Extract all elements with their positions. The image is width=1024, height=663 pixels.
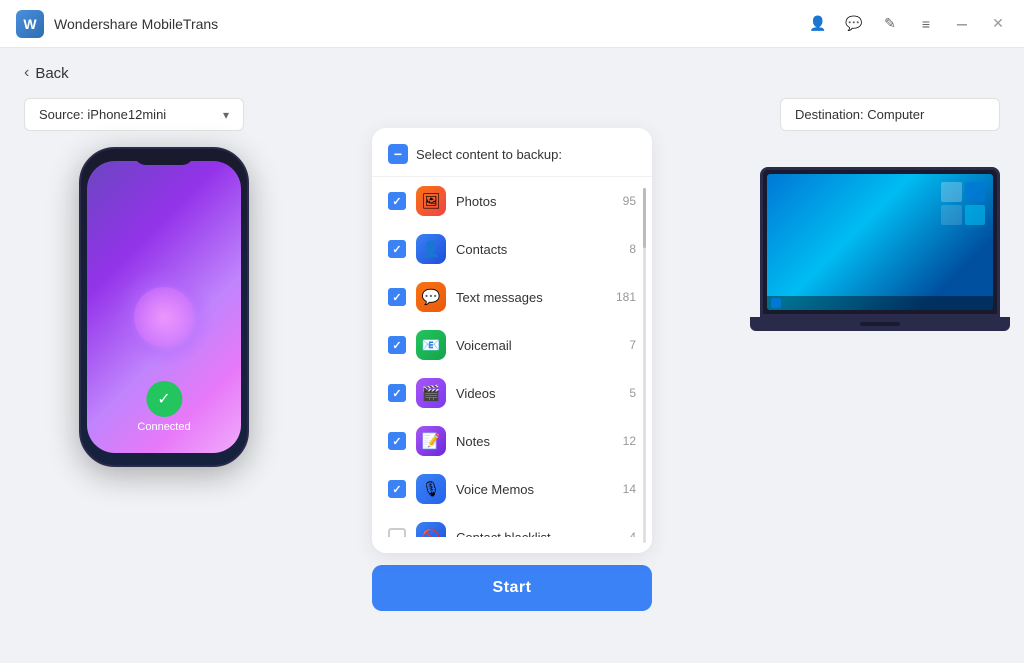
voicemail-count: 7 [629,338,636,352]
connected-checkmark-icon: ✓ [146,381,182,417]
checklist-item-videos[interactable]: ✓ 🎬 Videos 5 [372,369,652,417]
window-controls: 👤 💬 ✎ ≡ ─ ✕ [808,14,1008,34]
select-content-header: − Select content to backup: [372,144,652,177]
user-icon[interactable]: 👤 [808,14,828,34]
checkbox-sms[interactable]: ✓ [388,288,406,306]
contacts-label: Contacts [456,242,619,257]
photos-icon: 🖼 [416,186,446,216]
videos-icon: 🎬 [416,378,446,408]
phone-illustration: ✓ Connected [64,147,264,467]
back-button[interactable]: ‹ Back [24,64,1000,82]
title-bar-left: W Wondershare MobileTrans [16,10,218,38]
back-label: Back [35,65,68,82]
checklist-item-photos[interactable]: ✓ 🖼 Photos 95 [372,177,652,225]
checkbox-voicemail[interactable]: ✓ [388,336,406,354]
checkbox-photos[interactable]: ✓ [388,192,406,210]
laptop-illustration [760,167,1000,331]
notes-icon: 📝 [416,426,446,456]
chevron-down-icon: ▾ [223,108,229,122]
phone-screen: ✓ Connected [87,161,241,453]
blacklist-count: 4 [629,530,636,537]
voicememos-icon: 🎙 [416,474,446,504]
select-all-toggle[interactable]: − [388,144,408,164]
select-content-label: Select content to backup: [416,147,562,162]
menu-icon[interactable]: ≡ [916,14,936,34]
connected-badge: ✓ Connected [137,381,190,433]
phone-wallpaper-circle [114,267,214,367]
checkbox-blacklist[interactable] [388,528,406,537]
voicemail-icon: 📧 [416,330,446,360]
voicememos-count: 14 [623,482,636,496]
app-title: Wondershare MobileTrans [54,16,218,32]
checkbox-notes[interactable]: ✓ [388,432,406,450]
videos-count: 5 [629,386,636,400]
checklist-items: ✓ 🖼 Photos 95 ✓ 👤 Contacts 8 [372,177,652,537]
destination-panel: Destination: Computer [720,98,1000,331]
scrollbar-thumb[interactable] [643,188,646,248]
laptop-base [750,317,1010,331]
checklist-item-voicemail[interactable]: ✓ 📧 Voicemail 7 [372,321,652,369]
source-dropdown[interactable]: Source: iPhone12mini ▾ [24,98,244,131]
photos-count: 95 [623,194,636,208]
back-arrow-icon: ‹ [24,64,29,82]
phone-notch [134,149,194,165]
main-content: ‹ Back Source: iPhone12mini ▾ ✓ Connecte… [0,48,1024,663]
center-panel: − Select content to backup: ✓ 🖼 Photos 9… [372,128,652,611]
three-col-layout: Source: iPhone12mini ▾ ✓ Connected [24,98,1000,467]
checkbox-voicememos[interactable]: ✓ [388,480,406,498]
edit-icon[interactable]: ✎ [880,14,900,34]
sms-label: Text messages [456,290,606,305]
blacklist-label: Contact blacklist [456,530,619,538]
checklist-item-sms[interactable]: ✓ 💬 Text messages 181 [372,273,652,321]
phone-body: ✓ Connected [79,147,249,467]
videos-label: Videos [456,386,619,401]
source-label: Source: iPhone12mini [39,107,166,122]
checklist-item-voicememos[interactable]: ✓ 🎙 Voice Memos 14 [372,465,652,513]
checklist-item-blacklist[interactable]: 🚫 Contact blacklist 4 [372,513,652,537]
sms-count: 181 [616,290,636,304]
sms-icon: 💬 [416,282,446,312]
voicemail-label: Voicemail [456,338,619,353]
laptop-screen-inner [767,174,993,310]
laptop-screen-outer [760,167,1000,317]
chat-icon[interactable]: 💬 [844,14,864,34]
voicememos-label: Voice Memos [456,482,613,497]
destination-label: Destination: Computer [780,98,1000,131]
checklist-item-notes[interactable]: ✓ 📝 Notes 12 [372,417,652,465]
contacts-icon: 👤 [416,234,446,264]
photos-label: Photos [456,194,613,209]
checklist-card: − Select content to backup: ✓ 🖼 Photos 9… [372,128,652,553]
contacts-count: 8 [629,242,636,256]
notes-label: Notes [456,434,613,449]
checkbox-contacts[interactable]: ✓ [388,240,406,258]
start-button[interactable]: Start [372,565,652,611]
close-button[interactable]: ✕ [988,14,1008,34]
title-bar: W Wondershare MobileTrans 👤 💬 ✎ ≡ ─ ✕ [0,0,1024,48]
scrollbar-track [643,188,646,543]
minimize-button[interactable]: ─ [952,14,972,34]
notes-count: 12 [623,434,636,448]
checklist-item-contacts[interactable]: ✓ 👤 Contacts 8 [372,225,652,273]
source-panel: Source: iPhone12mini ▾ ✓ Connected [24,98,304,467]
connected-label: Connected [137,421,190,433]
checkbox-videos[interactable]: ✓ [388,384,406,402]
blacklist-icon: 🚫 [416,522,446,537]
app-icon: W [16,10,44,38]
